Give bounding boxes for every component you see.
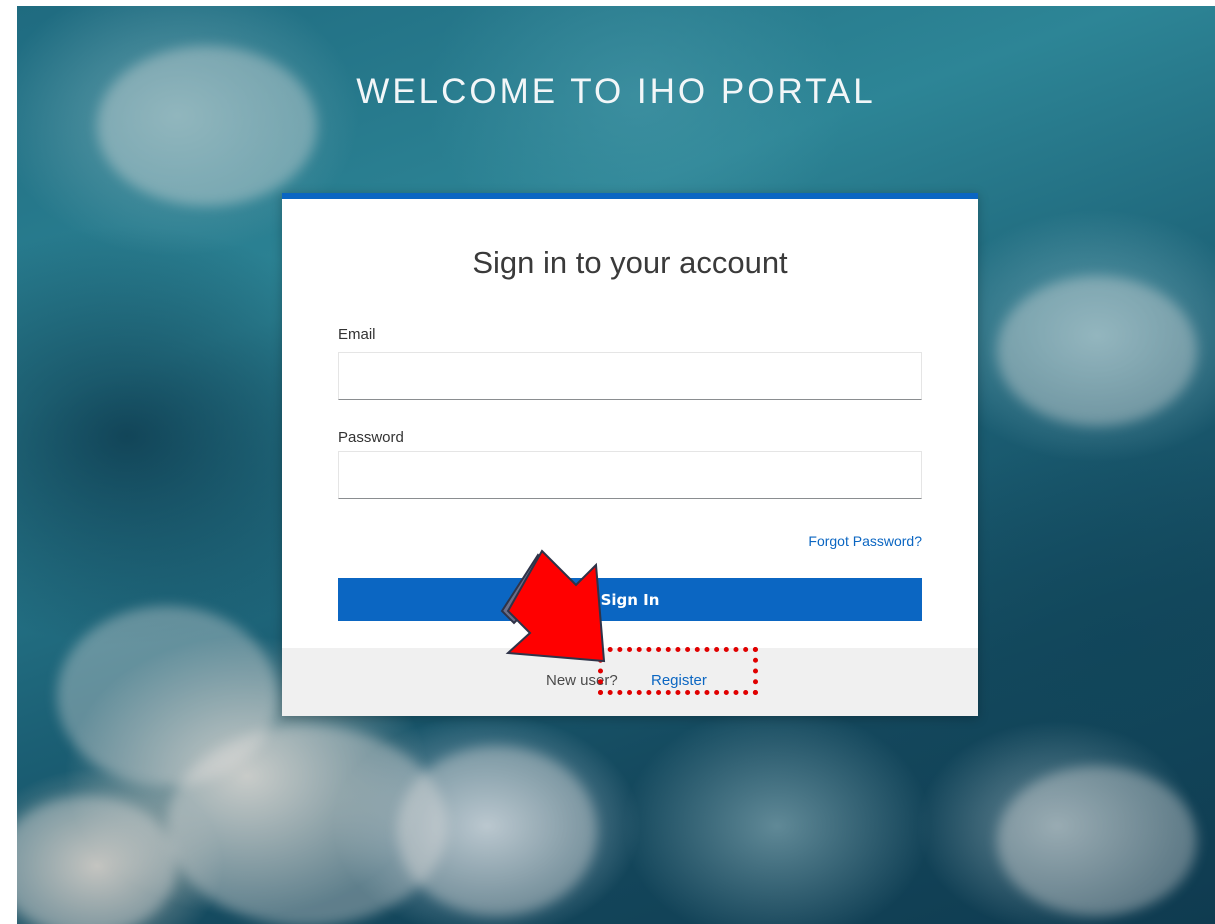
new-user-text: New user? bbox=[546, 672, 618, 689]
foam-decoration bbox=[97, 46, 317, 206]
login-card: Sign in to your account Email Password F… bbox=[282, 193, 978, 716]
password-label: Password bbox=[338, 429, 404, 446]
email-label: Email bbox=[338, 326, 376, 343]
sign-in-button[interactable]: Sign In bbox=[338, 578, 922, 621]
foam-decoration bbox=[17, 796, 177, 924]
ocean-background: WELCOME TO IHO PORTAL Sign in to your ac… bbox=[17, 6, 1215, 924]
foam-decoration bbox=[997, 276, 1197, 426]
forgot-password-link[interactable]: Forgot Password? bbox=[808, 533, 922, 549]
card-footer: New user? Register bbox=[282, 648, 978, 716]
page-title: WELCOME TO IHO PORTAL bbox=[356, 72, 876, 111]
register-link[interactable]: Register bbox=[651, 672, 707, 689]
email-field[interactable] bbox=[338, 352, 922, 400]
card-title: Sign in to your account bbox=[472, 245, 788, 280]
password-field[interactable] bbox=[338, 451, 922, 499]
foam-decoration bbox=[397, 746, 597, 916]
foam-decoration bbox=[997, 766, 1197, 916]
